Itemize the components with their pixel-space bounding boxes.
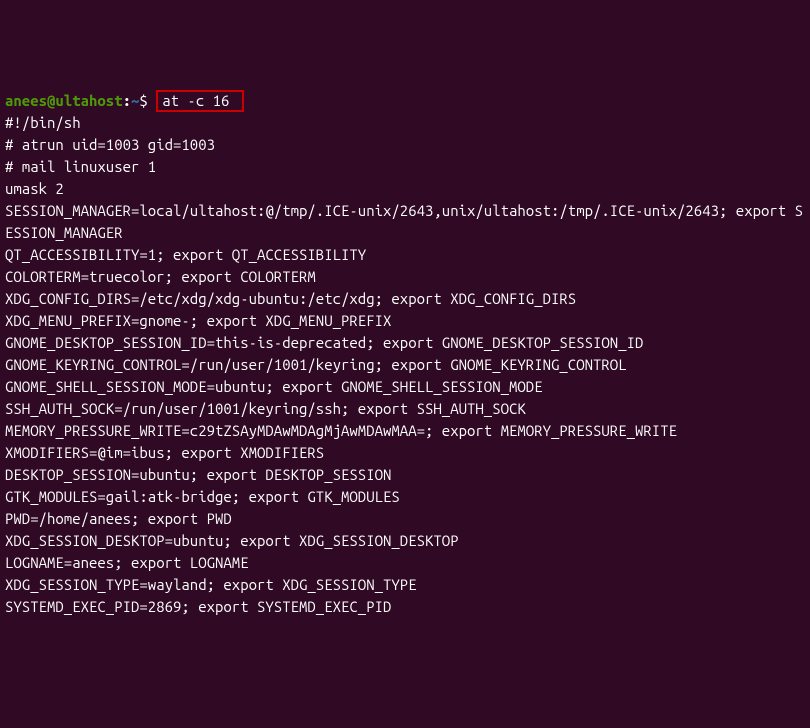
output-line: SSH_AUTH_SOCK=/run/user/1001/keyring/ssh… <box>5 400 526 417</box>
output-line: DESKTOP_SESSION=ubuntu; export DESKTOP_S… <box>5 466 391 483</box>
output-line: XDG_CONFIG_DIRS=/etc/xdg/xdg-ubuntu:/etc… <box>5 290 576 307</box>
prompt-line: anees@ultahost:~$ at -c 16 <box>5 92 244 109</box>
output-line: XDG_SESSION_DESKTOP=ubuntu; export XDG_S… <box>5 532 459 549</box>
output-line: XMODIFIERS=@im=ibus; export XMODIFIERS <box>5 444 324 461</box>
output-line: XDG_MENU_PREFIX=gnome-; export XDG_MENU_… <box>5 312 391 329</box>
output-line: GNOME_SHELL_SESSION_MODE=ubuntu; export … <box>5 378 543 395</box>
output-line: GNOME_KEYRING_CONTROL=/run/user/1001/key… <box>5 356 627 373</box>
output-line: #!/bin/sh <box>5 114 81 131</box>
output-line: SESSION_MANAGER=local/ultahost:@/tmp/.IC… <box>5 202 803 241</box>
output-line: SYSTEMD_EXEC_PID=2869; export SYSTEMD_EX… <box>5 598 391 615</box>
prompt-dollar: $ <box>139 92 147 109</box>
output-line: XDG_SESSION_TYPE=wayland; export XDG_SES… <box>5 576 417 593</box>
output-line: COLORTERM=truecolor; export COLORTERM <box>5 268 316 285</box>
output-line: QT_ACCESSIBILITY=1; export QT_ACCESSIBIL… <box>5 246 366 263</box>
output-line: GTK_MODULES=gail:atk-bridge; export GTK_… <box>5 488 400 505</box>
output-line: # atrun uid=1003 gid=1003 <box>5 136 215 153</box>
output-line: LOGNAME=anees; export LOGNAME <box>5 554 249 571</box>
output-line: # mail linuxuser 1 <box>5 158 156 175</box>
output-line: umask 2 <box>5 180 64 197</box>
prompt-user-host: anees@ultahost <box>5 92 123 109</box>
command-highlight: at -c 16 <box>156 90 244 112</box>
output-line: MEMORY_PRESSURE_WRITE=c29tZSAyMDAwMDAgMj… <box>5 422 677 439</box>
prompt-colon: : <box>123 92 131 109</box>
terminal-content[interactable]: anees@ultahost:~$ at -c 16 #!/bin/sh # a… <box>5 90 805 618</box>
command-text: at -c 16 <box>162 92 229 109</box>
output-line: GNOME_DESKTOP_SESSION_ID=this-is-depreca… <box>5 334 643 351</box>
